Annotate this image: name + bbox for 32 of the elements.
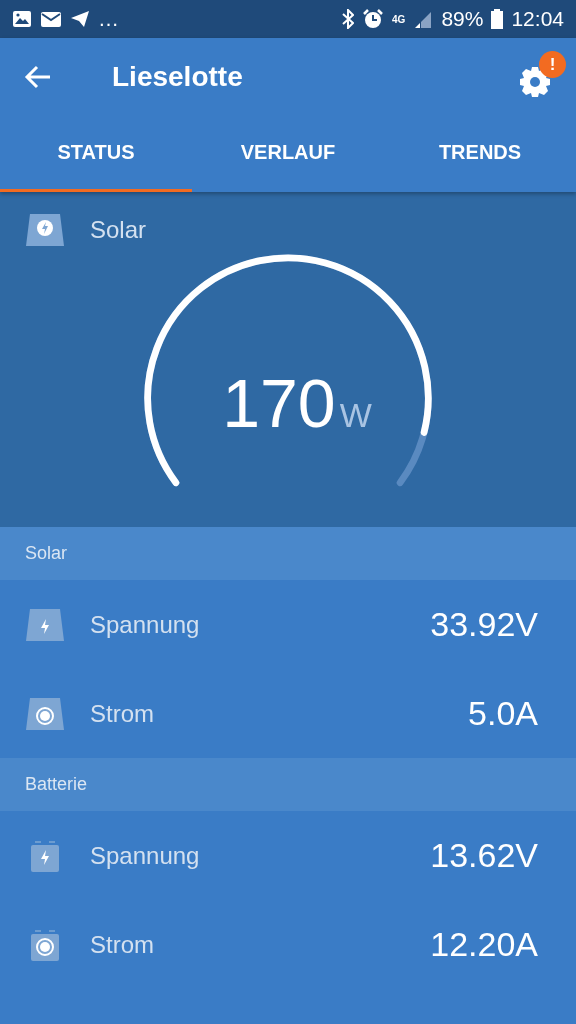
mail-icon xyxy=(40,10,62,28)
image-icon xyxy=(12,10,32,28)
power-value: 170 xyxy=(222,364,336,442)
alarm-icon xyxy=(362,9,385,29)
overflow-text: … xyxy=(98,7,119,31)
send-icon xyxy=(70,10,90,28)
alert-badge: ! xyxy=(539,51,566,78)
tab[interactable]: VERLAUF xyxy=(192,116,384,192)
row-label: Strom xyxy=(90,699,155,728)
section-header: Solar xyxy=(0,527,576,580)
tab[interactable]: TRENDS xyxy=(384,116,576,192)
row-label: Spannung xyxy=(90,610,201,639)
solar-panel-bolt-icon xyxy=(25,608,65,641)
settings-button[interactable]: ! xyxy=(514,51,566,103)
network-type: 4G xyxy=(392,13,406,25)
row-value: 5.0A xyxy=(468,694,538,733)
row-label: Strom xyxy=(90,930,155,959)
clock-time: 12:04 xyxy=(511,7,564,31)
battery-icon xyxy=(491,9,504,29)
power-unit: W xyxy=(339,396,372,435)
bluetooth-icon xyxy=(342,9,355,29)
settings-icon xyxy=(518,65,552,99)
solar-panel-icon xyxy=(25,214,65,246)
row-label: Spannung xyxy=(90,841,201,870)
row-value: 13.62V xyxy=(430,836,538,875)
gauge-label: Solar xyxy=(90,216,147,244)
back-arrow-icon xyxy=(24,65,52,89)
row-value: 12.20A xyxy=(430,925,538,964)
section-header: Batterie xyxy=(0,758,576,811)
battery-percent: 89% xyxy=(441,7,484,31)
row-value: 33.92V xyxy=(430,605,538,644)
page-title: Lieselotte xyxy=(112,61,244,93)
